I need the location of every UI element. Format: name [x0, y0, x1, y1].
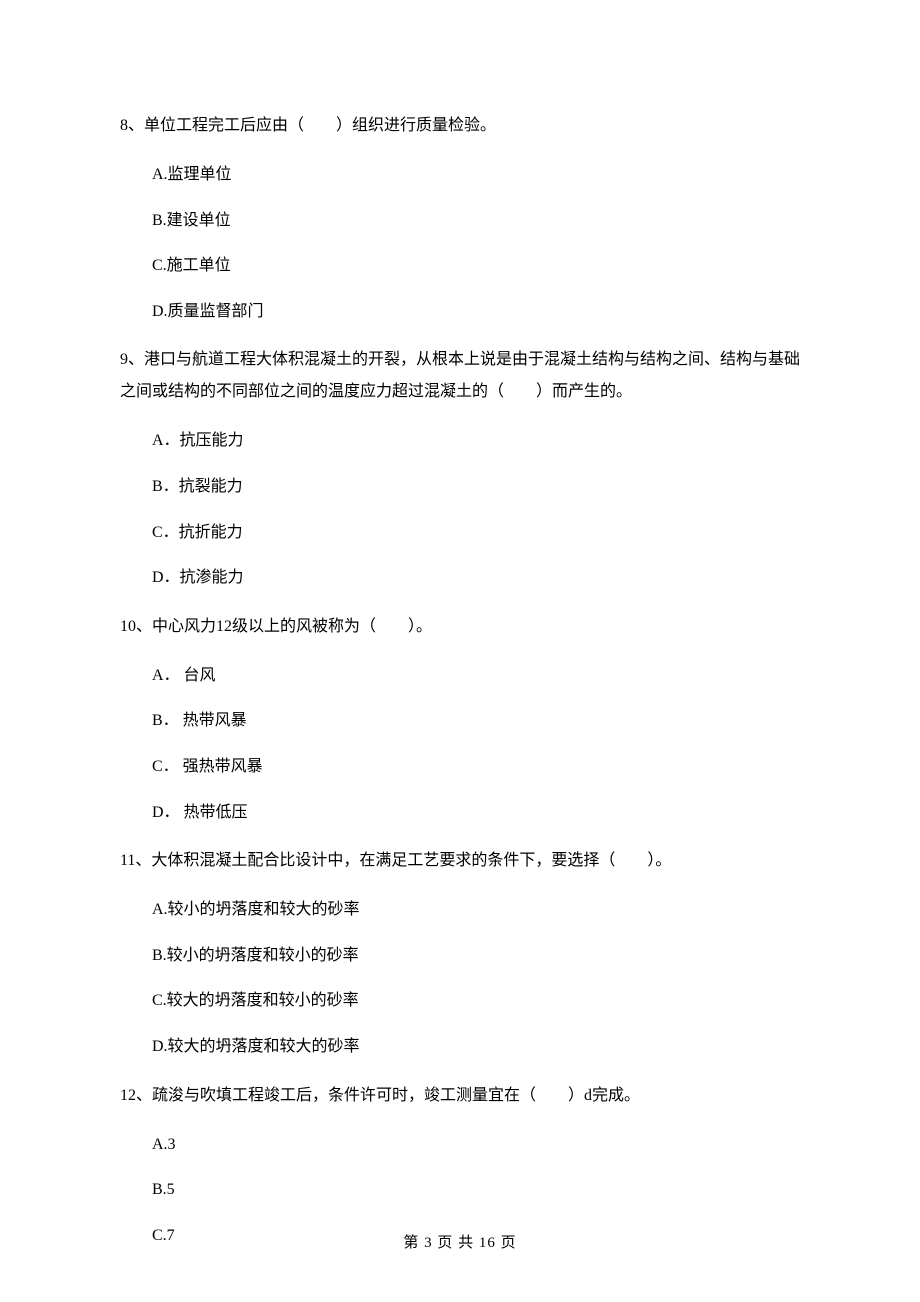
option-a: A.监理单位 [120, 162, 800, 188]
option-a: A．抗压能力 [120, 428, 800, 454]
option-d: D.质量监督部门 [120, 299, 800, 325]
option-d: D．抗渗能力 [120, 565, 800, 591]
option-a: A． 台风 [120, 663, 800, 689]
option-b: B.建设单位 [120, 208, 800, 234]
option-c: C.施工单位 [120, 253, 800, 279]
option-b: B.较小的坍落度和较小的砂率 [120, 943, 800, 969]
question-9: 9、港口与航道工程大体积混凝土的开裂，从根本上说是由于混凝土结构与结构之间、结构… [120, 344, 800, 590]
question-text: 12、疏浚与吹填工程竣工后，条件许可时，竣工测量宜在（ ）d完成。 [120, 1080, 800, 1112]
option-d: D.较大的坍落度和较大的砂率 [120, 1034, 800, 1060]
document-content: 8、单位工程完工后应由（ ）组织进行质量检验。 A.监理单位 B.建设单位 C.… [0, 0, 920, 1248]
question-text: 9、港口与航道工程大体积混凝土的开裂，从根本上说是由于混凝土结构与结构之间、结构… [120, 344, 800, 408]
question-text: 11、大体积混凝土配合比设计中，在满足工艺要求的条件下，要选择（ ）。 [120, 845, 800, 877]
option-b: B． 热带风暴 [120, 708, 800, 734]
question-text: 8、单位工程完工后应由（ ）组织进行质量检验。 [120, 110, 800, 142]
option-d: D． 热带低压 [120, 800, 800, 826]
question-text: 10、中心风力12级以上的风被称为（ ）。 [120, 611, 800, 643]
question-10: 10、中心风力12级以上的风被称为（ ）。 A． 台风 B． 热带风暴 C． 强… [120, 611, 800, 825]
option-a: A.较小的坍落度和较大的砂率 [120, 897, 800, 923]
option-a: A.3 [120, 1132, 800, 1158]
option-c: C． 强热带风暴 [120, 754, 800, 780]
option-c: C．抗折能力 [120, 520, 800, 546]
page-footer: 第 3 页 共 16 页 [0, 1232, 920, 1255]
question-8: 8、单位工程完工后应由（ ）组织进行质量检验。 A.监理单位 B.建设单位 C.… [120, 110, 800, 324]
option-c: C.较大的坍落度和较小的砂率 [120, 988, 800, 1014]
question-12: 12、疏浚与吹填工程竣工后，条件许可时，竣工测量宜在（ ）d完成。 A.3 B.… [120, 1080, 800, 1249]
question-11: 11、大体积混凝土配合比设计中，在满足工艺要求的条件下，要选择（ ）。 A.较小… [120, 845, 800, 1059]
option-b: B．抗裂能力 [120, 474, 800, 500]
option-b: B.5 [120, 1177, 800, 1203]
